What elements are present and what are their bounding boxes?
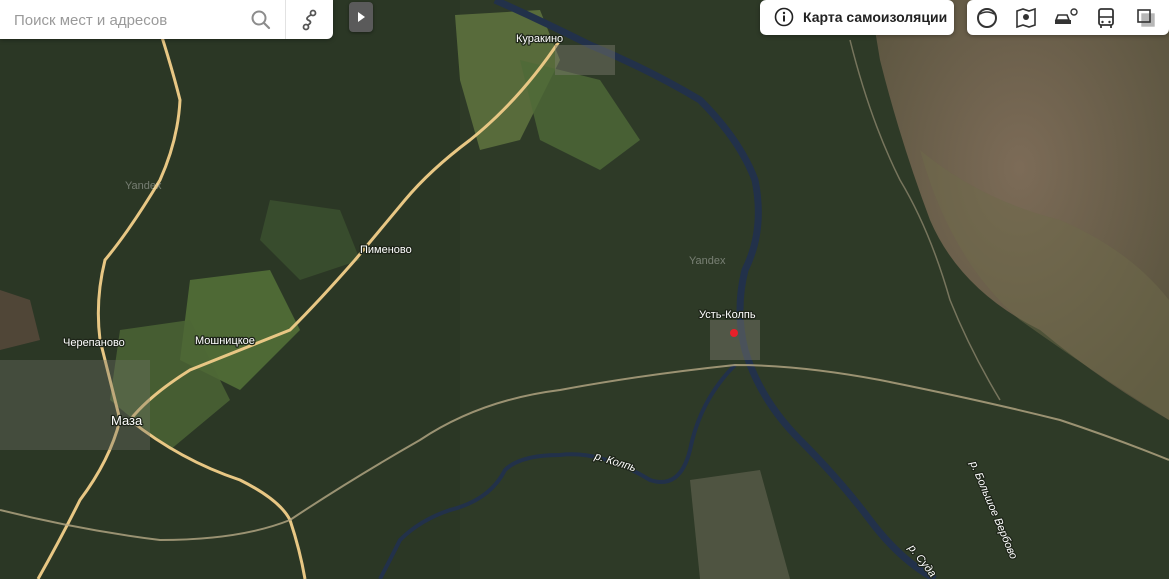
map-watermark: Yandex — [125, 180, 162, 192]
location-marker[interactable] — [730, 329, 738, 337]
route-icon — [302, 9, 317, 31]
transit-icon — [1098, 8, 1114, 28]
satellite-map[interactable]: Куракино Пименово Черепаново Мошницкое М… — [0, 0, 1169, 579]
settlement-area — [710, 320, 760, 360]
settlement-label: Мошницкое — [195, 335, 255, 347]
traffic-icon — [1054, 8, 1078, 24]
traffic-button[interactable] — [1053, 5, 1079, 31]
settlement-area — [555, 45, 615, 75]
divider — [285, 0, 286, 39]
settlement-label: Черепаново — [63, 337, 125, 349]
route-button[interactable] — [297, 7, 323, 33]
settlement-area — [0, 360, 150, 450]
transit-button[interactable] — [1093, 5, 1119, 31]
map-layers-button[interactable] — [1013, 5, 1039, 31]
settlement-label: Пименово — [360, 244, 412, 256]
settlement-label: Маза — [111, 413, 143, 428]
collapse-panel-button[interactable] — [349, 2, 373, 32]
layers-switch-icon — [1137, 9, 1155, 27]
search-icon — [251, 10, 271, 30]
map-controls-panel — [967, 0, 1169, 35]
self-isolation-label: Карта самоизоляции — [803, 9, 948, 25]
info-icon — [774, 7, 794, 27]
map-watermark: Yandex — [689, 255, 726, 267]
self-isolation-map-button[interactable]: Карта самоизоляции — [760, 0, 954, 35]
layers-switch-button[interactable] — [1133, 5, 1159, 31]
search-button[interactable] — [248, 7, 274, 33]
panorama-icon — [977, 8, 997, 28]
search-panel — [0, 0, 333, 39]
panorama-button[interactable] — [974, 5, 1000, 31]
settlement-label: Куракино — [516, 33, 563, 45]
map-layers-icon — [1016, 7, 1036, 29]
arrow-right-icon — [358, 12, 365, 22]
search-input[interactable] — [12, 6, 246, 34]
settlement-label: Усть-Колпь — [699, 309, 756, 321]
